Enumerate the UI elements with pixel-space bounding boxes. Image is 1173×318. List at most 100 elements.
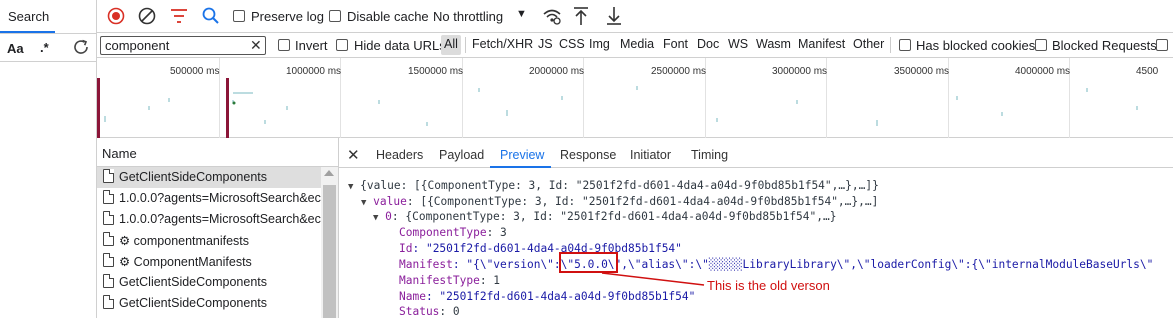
type-filter-manifest[interactable]: Manifest — [797, 37, 846, 51]
refresh-icon[interactable] — [70, 36, 92, 58]
tab-timing[interactable]: Timing — [691, 148, 728, 162]
record-icon[interactable] — [106, 6, 126, 26]
clear-icon[interactable] — [137, 6, 157, 26]
divider — [465, 37, 466, 53]
blocked-requests-checkbox[interactable] — [1035, 39, 1047, 51]
request-row[interactable]: ⚙ componentmanifests — [97, 230, 321, 251]
tab-response[interactable]: Response — [560, 148, 616, 162]
preview-line[interactable]: Id: "2501f2fd-d601-4da4-a04d-9f0bd85b1f5… — [399, 242, 682, 255]
request-name: GetClientSideComponents — [119, 170, 267, 184]
json-value: : [{ComponentType: 3, Id: "2501f2fd-d601… — [406, 195, 879, 208]
close-icon[interactable]: ✕ — [347, 146, 360, 164]
json-value: : "{\"version\":\"5.0.0\",\"alias\":\"░░… — [452, 258, 1154, 271]
import-har-icon[interactable] — [572, 5, 590, 27]
expand-arrow-icon[interactable]: ▼ — [361, 198, 366, 208]
tab-payload[interactable]: Payload — [439, 148, 484, 162]
json-key: Name — [399, 290, 426, 303]
expand-arrow-icon[interactable]: ▼ — [373, 213, 378, 223]
json-value: : "2501f2fd-d601-4da4-a04d-9f0bd85b1f54" — [412, 242, 682, 255]
request-row[interactable]: ⚙ ComponentManifests — [97, 251, 321, 272]
third-party-checkbox[interactable] — [1156, 39, 1168, 51]
throttling-select[interactable]: No throttling — [433, 9, 503, 24]
preview-line[interactable]: Name: "2501f2fd-d601-4da4-a04d-9f0bd85b1… — [399, 290, 695, 303]
expand-arrow-icon[interactable]: ▼ — [348, 182, 353, 192]
preview-line[interactable]: ManifestType: 1 — [399, 274, 500, 287]
tab-preview[interactable]: Preview — [500, 148, 544, 162]
json-value: : 1 — [479, 274, 501, 287]
json-value: : {ComponentType: 3, Id: "2501f2fd-d601-… — [391, 210, 837, 223]
json-key: ComponentType — [399, 226, 487, 239]
clear-filter-icon[interactable]: ✕ — [250, 37, 262, 54]
scrollbar-thumb[interactable] — [323, 185, 336, 318]
name-column-header[interactable]: Name — [97, 138, 339, 167]
blocked-requests-label: Blocked Requests — [1052, 38, 1157, 53]
divider — [890, 37, 891, 53]
type-filter-js[interactable]: JS — [537, 37, 554, 51]
json-value: : "2501f2fd-d601-4da4-a04d-9f0bd85b1f54" — [425, 290, 696, 303]
scroll-up-icon[interactable] — [324, 170, 334, 176]
request-row[interactable]: GetClientSideComponents — [97, 293, 321, 314]
json-key: value — [373, 195, 407, 208]
invert-checkbox[interactable] — [278, 39, 290, 51]
annotation-text: This is the old verson — [707, 278, 830, 293]
type-filter-doc[interactable]: Doc — [696, 37, 720, 51]
network-conditions-icon[interactable] — [541, 6, 563, 26]
type-filter-ws[interactable]: WS — [727, 37, 749, 51]
request-row[interactable]: GetClientSideComponents — [97, 272, 321, 293]
preview-line[interactable]: ▼ 0: {ComponentType: 3, Id: "2501f2fd-d6… — [373, 210, 836, 223]
request-name: 1.0.0.0?agents=MicrosoftSearch&ecss — [119, 212, 321, 226]
type-filter-media[interactable]: Media — [619, 37, 655, 51]
type-filter-font[interactable]: Font — [662, 37, 689, 51]
preview-line[interactable]: ▼ value: [{ComponentType: 3, Id: "2501f2… — [361, 195, 878, 208]
preserve-log-checkbox[interactable] — [233, 10, 245, 22]
json-key: Status — [399, 305, 440, 318]
json-key: 0 — [385, 210, 392, 223]
json-key: Id — [399, 242, 413, 255]
filter-icon[interactable] — [169, 7, 189, 25]
search-icon[interactable] — [201, 6, 221, 26]
request-row[interactable]: 1.0.0.0?agents=MicrosoftSearch&ecss — [97, 209, 321, 230]
request-row[interactable]: GetClientSideComponents — [97, 167, 321, 188]
annotation-arrow — [601, 272, 705, 286]
hide-data-urls-checkbox[interactable] — [336, 39, 348, 51]
match-case-button[interactable]: Aa — [7, 41, 24, 56]
chevron-down-icon[interactable]: ▼ — [516, 8, 527, 20]
document-icon — [103, 295, 114, 309]
document-icon — [103, 274, 114, 288]
tab-initiator[interactable]: Initiator — [630, 148, 671, 162]
search-tab[interactable]: Search — [0, 0, 55, 33]
document-icon — [103, 253, 114, 267]
document-icon — [103, 190, 114, 204]
regex-button[interactable]: .* — [40, 40, 49, 55]
type-filter-all[interactable]: All — [441, 35, 461, 55]
request-name: GetClientSideComponents — [119, 296, 267, 310]
type-filter-other[interactable]: Other — [852, 37, 885, 51]
request-row[interactable]: 1.0.0.0?agents=MicrosoftSearch&ecss — [97, 188, 321, 209]
preview-line[interactable]: ▼ {value: [{ComponentType: 3, Id: "2501f… — [348, 179, 879, 192]
document-icon — [103, 169, 114, 183]
preview-line[interactable]: Status: 0 — [399, 305, 460, 318]
export-har-icon[interactable] — [605, 5, 623, 27]
divider — [0, 61, 97, 62]
filter-input[interactable] — [100, 36, 266, 55]
preview-line[interactable]: Manifest: "{\"version\":\"5.0.0\",\"alia… — [399, 258, 1153, 271]
divider — [0, 33, 97, 34]
type-filter-img[interactable]: Img — [588, 37, 611, 51]
json-value: : 3 — [486, 226, 507, 239]
document-icon — [103, 211, 114, 225]
request-name: ⚙ ComponentManifests — [119, 255, 252, 269]
tab-headers[interactable]: Headers — [376, 148, 423, 162]
type-filter-css[interactable]: CSS — [558, 37, 586, 51]
preview-line[interactable]: ComponentType: 3 — [399, 226, 507, 239]
timeline-activity — [97, 78, 1138, 138]
json-key: ManifestType — [399, 274, 480, 287]
preserve-log-label: Preserve log — [251, 9, 324, 24]
hide-data-urls-label: Hide data URLs — [354, 38, 446, 53]
has-blocked-cookies-checkbox[interactable] — [899, 39, 911, 51]
type-filter-wasm[interactable]: Wasm — [755, 37, 792, 51]
disable-cache-checkbox[interactable] — [329, 10, 341, 22]
document-icon — [103, 232, 114, 246]
json-key: Manifest — [399, 258, 453, 271]
type-filter-fetch-xhr[interactable]: Fetch/XHR — [471, 37, 534, 51]
json-summary: {value: [{ComponentType: 3, Id: "2501f2f… — [360, 179, 879, 192]
